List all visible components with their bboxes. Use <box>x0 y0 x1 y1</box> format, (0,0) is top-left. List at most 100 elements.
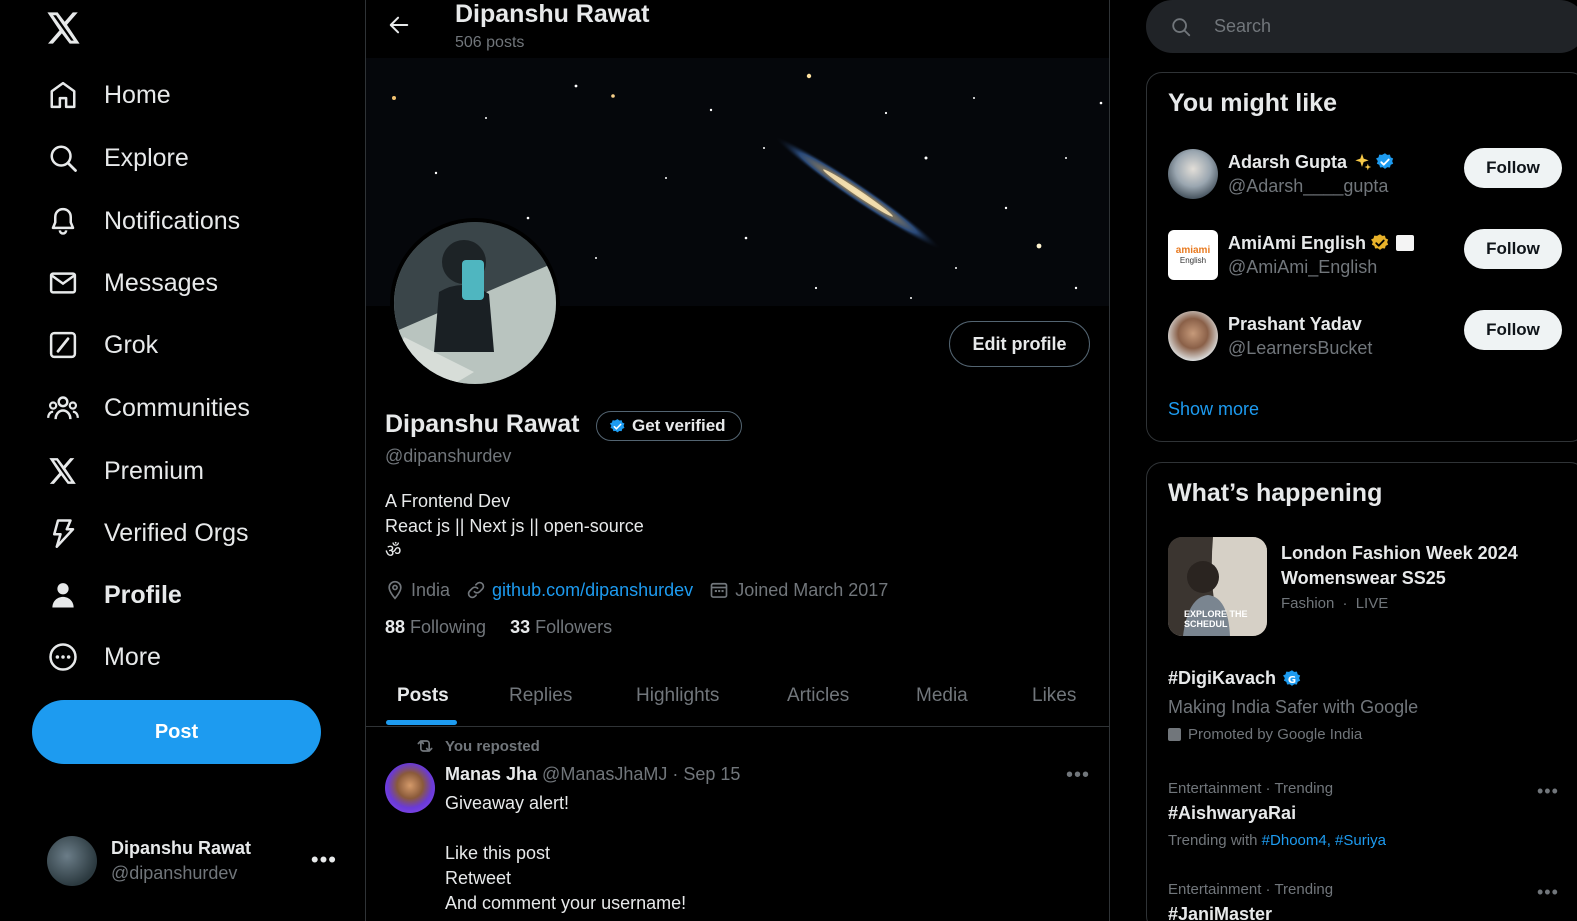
nav-profile-label: Profile <box>104 580 182 609</box>
tab-posts[interactable]: Posts <box>397 666 449 726</box>
account-name: Dipanshu Rawat <box>111 838 252 858</box>
sparkles-icon <box>1355 153 1372 171</box>
search-input[interactable]: Search <box>1146 0 1577 53</box>
nav-messages[interactable]: Messages <box>44 258 218 308</box>
whats-happening-card: What’s happening EXPLORE THE SCHEDUL Lon… <box>1146 462 1577 921</box>
event-category: Fashion <box>1281 595 1335 612</box>
more-dots-icon[interactable]: ••• <box>1066 764 1090 787</box>
event-status: LIVE <box>1355 595 1389 612</box>
nav-explore[interactable]: Explore <box>44 133 189 183</box>
x-logo-icon <box>44 452 82 490</box>
grok-icon <box>44 326 82 364</box>
show-more-link[interactable]: Show more <box>1168 399 1259 420</box>
promoted-description: Making India Safer with Google <box>1168 697 1419 717</box>
card-title: What’s happening <box>1168 479 1383 507</box>
user-handle: @LearnersBucket <box>1228 337 1373 358</box>
event-image[interactable]: EXPLORE THE SCHEDUL <box>1168 537 1267 636</box>
follow-button[interactable]: Follow <box>1464 148 1562 188</box>
promoted-name: #DigiKavach <box>1168 668 1277 688</box>
app-root: Home Explore Notifications Messages Grok… <box>0 0 1577 921</box>
trend-with-tags[interactable]: #Dhoom4, #Suriya <box>1262 832 1386 849</box>
avatar[interactable] <box>385 763 435 813</box>
header-posts-count: 506 posts <box>455 34 525 51</box>
trend-name[interactable]: #AishwaryaRai <box>1168 803 1296 824</box>
tab-articles[interactable]: Articles <box>787 666 849 726</box>
profile-bio: A Frontend Dev React js || Next js || op… <box>385 489 644 564</box>
edit-profile-button[interactable]: Edit profile <box>949 321 1090 367</box>
nav-communities[interactable]: Communities <box>44 383 250 433</box>
nav-more-label: More <box>104 642 161 671</box>
verified-gold-badge-icon <box>1371 234 1389 250</box>
following-link[interactable]: 88 Following <box>385 617 486 638</box>
avatar <box>47 836 97 886</box>
promoted-trend[interactable]: #DigiKavach G <box>1168 668 1302 689</box>
get-verified-button[interactable]: Get verified <box>596 411 742 441</box>
person-icon <box>44 576 82 614</box>
repost-icon <box>417 740 433 752</box>
profile-column: Dipanshu Rawat 506 posts Edit profile Di… <box>365 0 1110 921</box>
more-dots-icon[interactable]: ••• <box>1537 781 1559 802</box>
tweet-author[interactable]: Manas Jha <box>445 764 537 785</box>
promoted-icon <box>1168 728 1181 741</box>
tab-replies[interactable]: Replies <box>509 666 572 726</box>
follow-stats: 88 Following 33 Followers <box>385 617 636 638</box>
active-tab-indicator <box>386 720 457 725</box>
nav-home-label: Home <box>104 80 171 109</box>
suggested-user[interactable]: Prashant Yadav @LearnersBucket Follow <box>1168 309 1568 363</box>
location-pin-icon <box>388 580 402 600</box>
follow-button[interactable]: Follow <box>1464 310 1562 350</box>
more-dots-icon[interactable]: ••• <box>1537 882 1559 903</box>
nav-explore-label: Explore <box>104 143 189 172</box>
suggested-user[interactable]: Adarsh Gupta @Adarsh____gupta Follow <box>1168 147 1568 201</box>
event-image-text: EXPLORE THE SCHEDUL <box>1184 609 1248 629</box>
left-sidebar: Home Explore Notifications Messages Grok… <box>0 0 365 921</box>
user-name: AmiAmi English <box>1228 232 1367 253</box>
tab-likes[interactable]: Likes <box>1032 666 1076 726</box>
tweet-line: And comment your username! <box>445 893 687 913</box>
tab-highlights[interactable]: Highlights <box>636 666 719 726</box>
tab-media[interactable]: Media <box>916 666 968 726</box>
more-dots-icon[interactable]: ••• <box>311 847 337 873</box>
profile-avatar[interactable] <box>390 218 560 388</box>
account-switcher[interactable]: Dipanshu Rawat @dipanshurdev ••• <box>47 833 347 889</box>
x-logo-icon[interactable] <box>44 8 84 48</box>
search-icon <box>44 139 82 177</box>
bio-line: ॐ <box>385 541 402 561</box>
search-icon <box>1170 16 1192 38</box>
event-title[interactable]: London Fashion Week 2024 Womenswear SS25 <box>1281 541 1551 591</box>
avatar <box>1168 149 1218 199</box>
trend-name[interactable]: #JaniMaster <box>1168 904 1272 921</box>
joined-text: Joined March 2017 <box>735 579 889 600</box>
nav-premium-label: Premium <box>104 456 205 485</box>
nav-grok[interactable]: Grok <box>44 320 158 370</box>
followers-link[interactable]: 33 Followers <box>510 617 612 638</box>
nav-more[interactable]: More <box>44 632 161 682</box>
link-icon <box>467 581 485 599</box>
nav-messages-label: Messages <box>104 268 218 297</box>
suggested-user[interactable]: amiami English AmiAmi English @AmiAmi_En… <box>1168 228 1568 282</box>
profile-name: Dipanshu Rawat <box>385 410 580 438</box>
verified-badge-icon <box>609 418 625 432</box>
affiliate-logo-icon <box>1396 235 1415 251</box>
nav-profile[interactable]: Profile <box>44 570 182 620</box>
tweet-date[interactable]: Sep 15 <box>683 764 740 785</box>
user-name: Adarsh Gupta <box>1228 151 1348 172</box>
follow-button[interactable]: Follow <box>1464 229 1562 269</box>
avatar <box>1168 311 1218 361</box>
nav-notifications[interactable]: Notifications <box>44 196 240 246</box>
following-count: 88 <box>385 617 406 637</box>
back-arrow-icon[interactable] <box>384 10 414 40</box>
nav-home[interactable]: Home <box>44 70 171 120</box>
followers-label: Followers <box>535 617 613 637</box>
website[interactable]: github.com/dipanshurdev <box>466 580 693 601</box>
nav-premium[interactable]: Premium <box>44 446 204 496</box>
joined-date: Joined March 2017 <box>709 580 888 601</box>
profile-tabs: Posts Replies Highlights Articles Media … <box>366 666 1109 727</box>
post-button[interactable]: Post <box>32 700 321 764</box>
bio-line: React js || Next js || open-source <box>385 516 644 536</box>
tweet-handle[interactable]: @ManasJhaMJ <box>542 764 667 785</box>
nav-verified-orgs[interactable]: Verified Orgs <box>44 508 249 558</box>
promoted-by: Promoted by Google India <box>1168 726 1362 743</box>
website-link[interactable]: github.com/dipanshurdev <box>492 580 693 601</box>
location: India <box>385 580 450 601</box>
